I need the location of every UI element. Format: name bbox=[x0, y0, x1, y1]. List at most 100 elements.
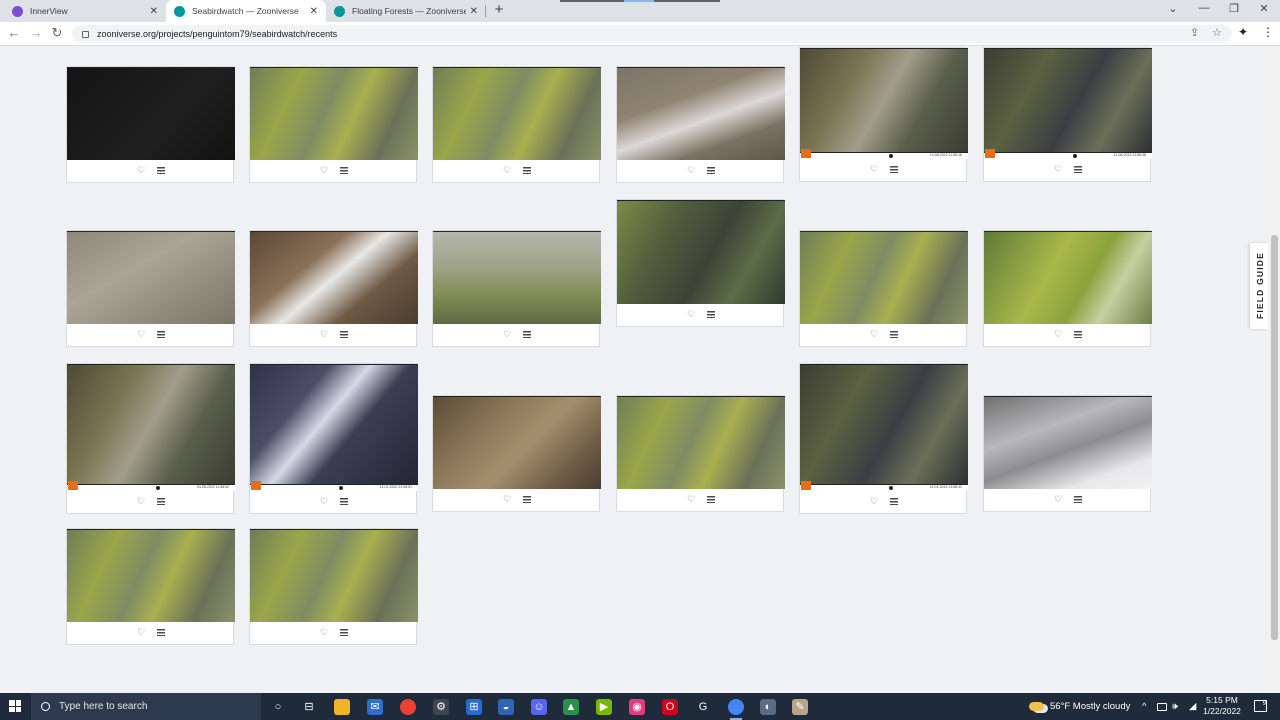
favorite-heart-icon[interactable]: ♡ bbox=[503, 494, 511, 505]
scrollbar-thumb[interactable] bbox=[1271, 235, 1278, 640]
task-view-icon[interactable]: ⊟ bbox=[301, 699, 317, 715]
favorite-heart-icon[interactable]: ♡ bbox=[870, 496, 878, 507]
favorite-heart-icon[interactable]: ♡ bbox=[870, 164, 878, 175]
favorite-heart-icon[interactable]: ♡ bbox=[1054, 494, 1062, 505]
subject-thumbnail[interactable] bbox=[800, 231, 968, 324]
subject-card[interactable]: ♡ bbox=[616, 199, 785, 327]
subject-card[interactable]: ♡ bbox=[616, 395, 785, 512]
collections-icon[interactable] bbox=[707, 166, 716, 174]
maximize-button[interactable]: ❐ bbox=[1224, 2, 1244, 15]
volume-icon[interactable]: 🕪 bbox=[1172, 693, 1178, 720]
subject-card[interactable]: ♡ bbox=[66, 528, 235, 645]
subject-thumbnail[interactable] bbox=[250, 67, 418, 160]
collections-icon[interactable] bbox=[1074, 330, 1083, 338]
subject-card[interactable]: ♡ bbox=[799, 230, 968, 347]
subject-card[interactable]: 12-01-2020 12:58:51 ♡ bbox=[249, 363, 418, 514]
tab-close-icon[interactable]: ✕ bbox=[150, 6, 158, 17]
minimize-button[interactable]: — bbox=[1194, 2, 1214, 14]
subject-thumbnail[interactable] bbox=[617, 200, 785, 304]
nvidia-icon[interactable]: ▶ bbox=[596, 699, 612, 715]
subject-thumbnail[interactable] bbox=[617, 396, 785, 489]
subject-thumbnail[interactable] bbox=[984, 231, 1152, 324]
collections-icon[interactable] bbox=[890, 330, 899, 338]
subject-card[interactable]: ♡ bbox=[249, 66, 418, 183]
favorite-heart-icon[interactable]: ♡ bbox=[1054, 329, 1062, 340]
subject-thumbnail[interactable] bbox=[433, 67, 601, 160]
weather-widget[interactable]: 56°F Mostly cloudy bbox=[1029, 693, 1130, 720]
favorite-heart-icon[interactable]: ♡ bbox=[320, 165, 328, 176]
subject-thumbnail[interactable] bbox=[984, 396, 1152, 489]
back-button[interactable]: ← bbox=[6, 25, 22, 40]
subject-thumbnail[interactable] bbox=[984, 48, 1152, 152]
favorite-heart-icon[interactable]: ♡ bbox=[687, 165, 695, 176]
subject-thumbnail[interactable] bbox=[67, 364, 235, 484]
favorite-heart-icon[interactable]: ♡ bbox=[503, 165, 511, 176]
file-explorer-icon[interactable] bbox=[334, 699, 350, 715]
tray-chevron-icon[interactable]: ^ bbox=[1142, 693, 1146, 720]
wifi-icon[interactable]: ◢ bbox=[1189, 693, 1196, 720]
notepad-icon[interactable]: ✎ bbox=[792, 699, 808, 715]
collections-icon[interactable] bbox=[340, 628, 349, 636]
collections-icon[interactable] bbox=[523, 330, 532, 338]
subject-thumbnail[interactable] bbox=[800, 48, 968, 152]
windows-start-icon[interactable] bbox=[9, 700, 21, 712]
subject-card[interactable]: ♡ bbox=[983, 395, 1152, 512]
collections-icon[interactable] bbox=[157, 628, 166, 636]
collections-icon[interactable] bbox=[523, 495, 532, 503]
tab-close-icon[interactable]: ✕ bbox=[310, 6, 318, 17]
cortana-icon[interactable]: ○ bbox=[270, 699, 286, 715]
favorite-heart-icon[interactable]: ♡ bbox=[137, 627, 145, 638]
tab-search-button[interactable]: ⌄ bbox=[1163, 2, 1183, 15]
collections-icon[interactable] bbox=[707, 495, 716, 503]
chrome-icon[interactable] bbox=[400, 699, 416, 715]
collections-icon[interactable] bbox=[157, 330, 166, 338]
favorite-heart-icon[interactable]: ♡ bbox=[1054, 164, 1062, 175]
collections-icon[interactable] bbox=[340, 330, 349, 338]
subject-card[interactable]: ♡ bbox=[66, 230, 235, 347]
subject-thumbnail[interactable] bbox=[617, 67, 785, 160]
microsoft-store-icon[interactable]: ⊞ bbox=[466, 699, 482, 715]
tray-network-icon[interactable] bbox=[1157, 693, 1167, 720]
subject-card[interactable]: ♡ bbox=[432, 230, 601, 347]
collections-icon[interactable] bbox=[340, 497, 349, 505]
favorite-heart-icon[interactable]: ♡ bbox=[320, 627, 328, 638]
favorite-heart-icon[interactable]: ♡ bbox=[137, 165, 145, 176]
bookmark-star-icon[interactable]: ☆ bbox=[1212, 26, 1222, 39]
tab-close-icon[interactable]: ✕ bbox=[470, 6, 478, 17]
subject-thumbnail[interactable] bbox=[67, 67, 235, 160]
collections-icon[interactable] bbox=[157, 497, 166, 505]
reload-button[interactable]: ↻ bbox=[49, 25, 65, 41]
favorite-heart-icon[interactable]: ♡ bbox=[320, 329, 328, 340]
subject-card[interactable]: ♡ bbox=[983, 230, 1152, 347]
steam-icon[interactable]: ⚙ bbox=[433, 699, 449, 715]
share-icon[interactable]: ⇪ bbox=[1190, 26, 1199, 39]
collections-icon[interactable] bbox=[340, 166, 349, 174]
collections-icon[interactable] bbox=[1074, 165, 1083, 173]
close-window-button[interactable]: ✕ bbox=[1254, 2, 1274, 15]
notification-center-icon[interactable]: 9 bbox=[1254, 700, 1267, 712]
app-icon[interactable]: ▲ bbox=[563, 699, 579, 715]
favorite-heart-icon[interactable]: ♡ bbox=[687, 309, 695, 320]
subject-card[interactable]: ♡ bbox=[249, 528, 418, 645]
page-scrollbar[interactable] bbox=[1268, 47, 1280, 693]
subject-card[interactable]: ♡ bbox=[616, 66, 785, 183]
g-icon[interactable]: G bbox=[695, 699, 711, 715]
subject-thumbnail[interactable] bbox=[250, 364, 418, 484]
browser-menu-icon[interactable]: ⋮ bbox=[1262, 25, 1274, 39]
subject-card[interactable]: ♡ bbox=[432, 66, 601, 183]
collections-icon[interactable] bbox=[157, 166, 166, 174]
collections-icon[interactable] bbox=[890, 497, 899, 505]
subject-thumbnail[interactable] bbox=[250, 231, 418, 324]
taskbar-clock[interactable]: 5:15 PM 1/22/2022 bbox=[1199, 695, 1245, 717]
vpn-icon[interactable]: ◐ bbox=[760, 699, 776, 715]
subject-thumbnail[interactable] bbox=[67, 231, 235, 324]
favorite-heart-icon[interactable]: ♡ bbox=[137, 496, 145, 507]
subject-thumbnail[interactable] bbox=[433, 396, 601, 489]
subject-card[interactable]: ♡ bbox=[249, 230, 418, 347]
subject-card[interactable]: 04-08-2022 11:58:52 ♡ bbox=[66, 363, 235, 514]
steam-client-icon[interactable]: ◒ bbox=[498, 699, 514, 715]
taskbar-search-box[interactable]: Type here to search bbox=[31, 693, 261, 720]
extension-icon[interactable]: ✦ bbox=[1238, 25, 1248, 39]
address-bar[interactable]: zooniverse.org/projects/penguintom79/sea… bbox=[72, 25, 1232, 43]
favorite-heart-icon[interactable]: ♡ bbox=[503, 329, 511, 340]
